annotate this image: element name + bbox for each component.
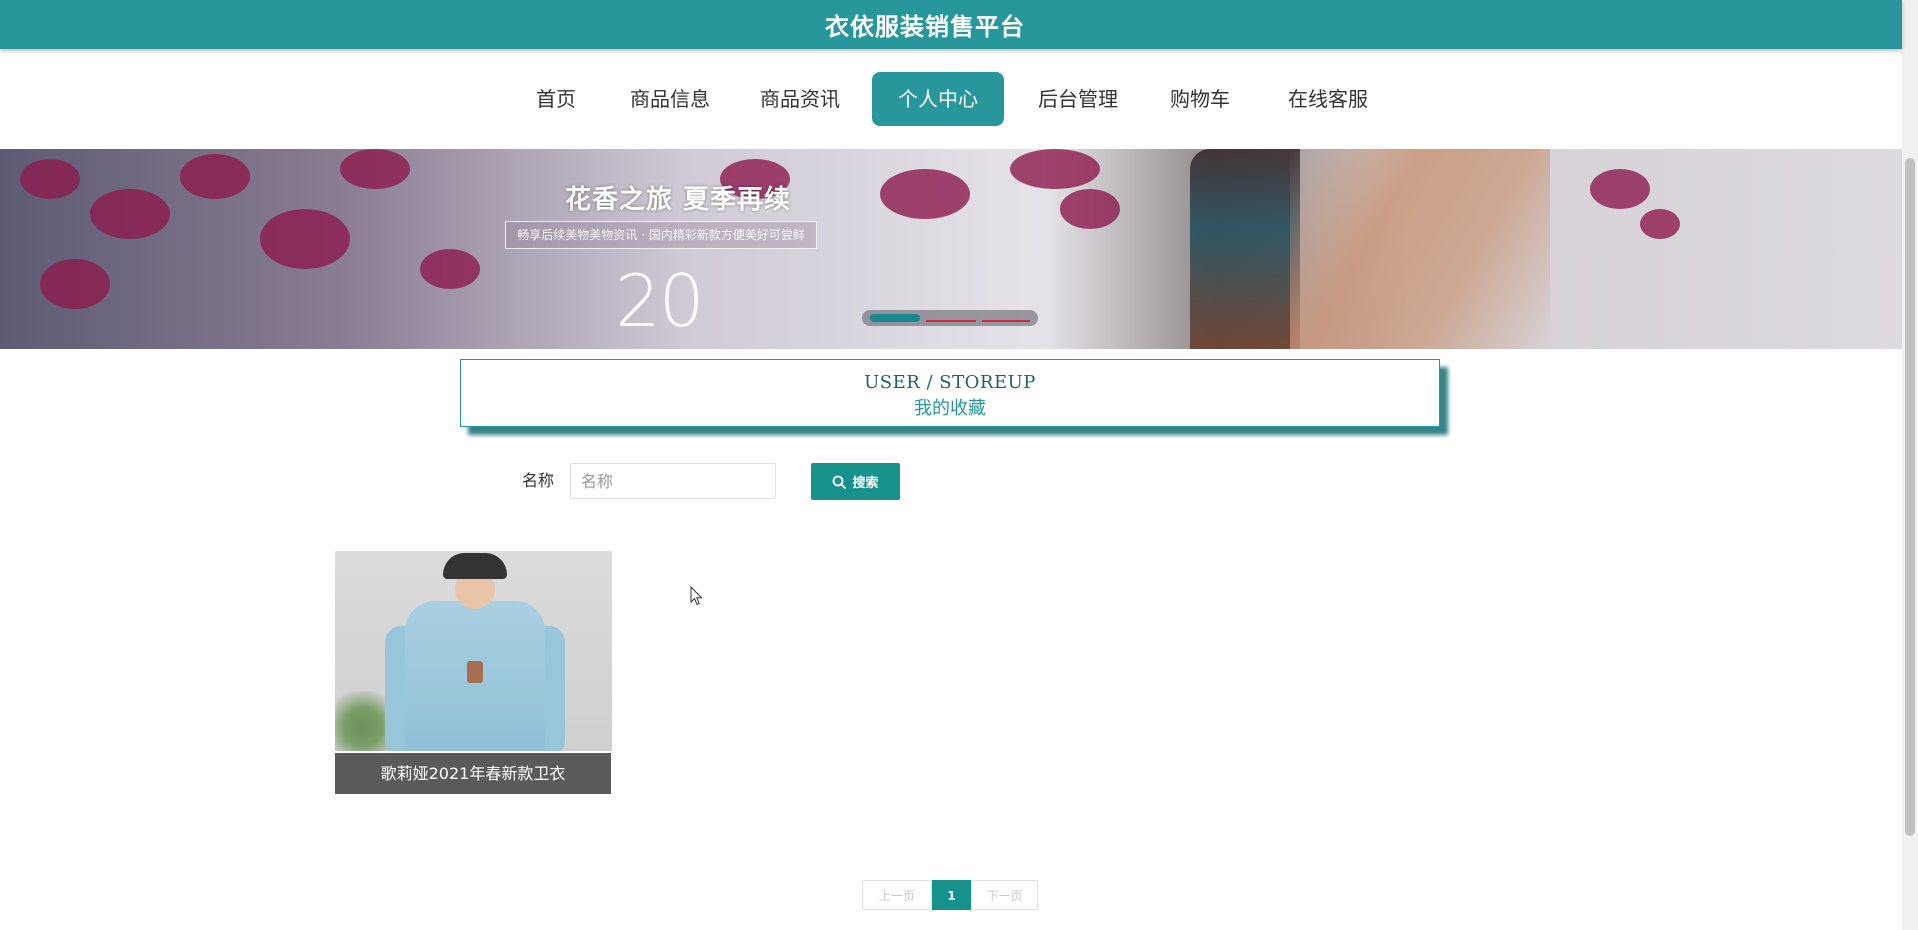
search-name-label: 名称 — [522, 471, 555, 490]
nav-item-home[interactable]: 首页 — [528, 72, 584, 126]
page-number-button[interactable]: 1 — [932, 880, 971, 910]
nav-item-online-service[interactable]: 在线客服 — [1280, 72, 1376, 126]
banner-flower-decoration — [40, 259, 110, 309]
site-title: 衣依服装销售平台 — [825, 13, 1025, 41]
nav-item-products[interactable]: 商品信息 — [622, 72, 718, 126]
banner-flower-decoration — [1640, 209, 1680, 239]
banner-flower-decoration — [260, 209, 350, 269]
product-image-patch — [467, 661, 483, 683]
banner-flower-decoration — [1060, 189, 1120, 229]
banner-flower-decoration — [340, 149, 410, 189]
nav-item-personal-center[interactable]: 个人中心 — [872, 72, 1004, 126]
search-button[interactable]: 搜索 — [811, 463, 900, 500]
carousel-dot-2[interactable] — [926, 320, 976, 322]
banner-model-figure — [1190, 149, 1300, 349]
banner-flower-decoration — [1590, 169, 1650, 209]
banner-flower-decoration — [180, 154, 250, 199]
banner-flower-decoration — [20, 159, 80, 199]
product-image-hat — [443, 553, 507, 579]
prev-page-button[interactable]: 上一页 — [862, 880, 932, 910]
pagination: 上一页 1 下一页 — [862, 880, 1038, 910]
banner-model-arm — [1290, 149, 1550, 349]
search-name-input[interactable] — [570, 463, 776, 499]
mouse-cursor-icon — [690, 586, 703, 606]
banner-flower-decoration — [1010, 149, 1100, 189]
next-page-button[interactable]: 下一页 — [971, 880, 1038, 910]
banner-headline: 花香之旅 夏季再续 — [565, 185, 792, 215]
search-button-label: 搜索 — [852, 476, 879, 491]
top-header: 衣依服装销售平台 — [0, 0, 1902, 49]
section-title-box: USER / STOREUP 我的收藏 — [460, 359, 1440, 427]
banner-flower-decoration — [420, 249, 480, 289]
section-title-cn: 我的收藏 — [914, 398, 986, 419]
section-title-en: USER / STOREUP — [864, 372, 1036, 393]
carousel-indicators — [862, 310, 1038, 326]
carousel-dot-3[interactable] — [982, 320, 1030, 322]
main-nav: 首页 商品信息 商品资讯 个人中心 后台管理 购物车 在线客服 — [0, 72, 1902, 126]
product-image[interactable] — [335, 551, 612, 751]
carousel-dot-1[interactable] — [870, 314, 920, 322]
nav-item-cart[interactable]: 购物车 — [1164, 72, 1236, 126]
banner-flower-decoration — [880, 169, 970, 219]
banner-carousel[interactable]: 花香之旅 夏季再续 畅享后续美物美物资讯 · 国内精彩新款方便美好可尝鲜 20 — [0, 149, 1902, 349]
product-name[interactable]: 歌莉娅2021年春新款卫衣 — [335, 753, 611, 794]
vertical-scrollbar-thumb[interactable] — [1905, 158, 1915, 836]
nav-item-news[interactable]: 商品资讯 — [752, 72, 848, 126]
nav-item-admin[interactable]: 后台管理 — [1030, 72, 1126, 126]
product-card[interactable]: 歌莉娅2021年春新款卫衣 — [335, 551, 612, 794]
search-icon — [833, 475, 847, 489]
banner-flower-decoration — [90, 189, 170, 239]
banner-subline: 畅享后续美物美物资讯 · 国内精彩新款方便美好可尝鲜 — [505, 221, 817, 249]
banner-big-text: 20 — [615, 259, 705, 343]
